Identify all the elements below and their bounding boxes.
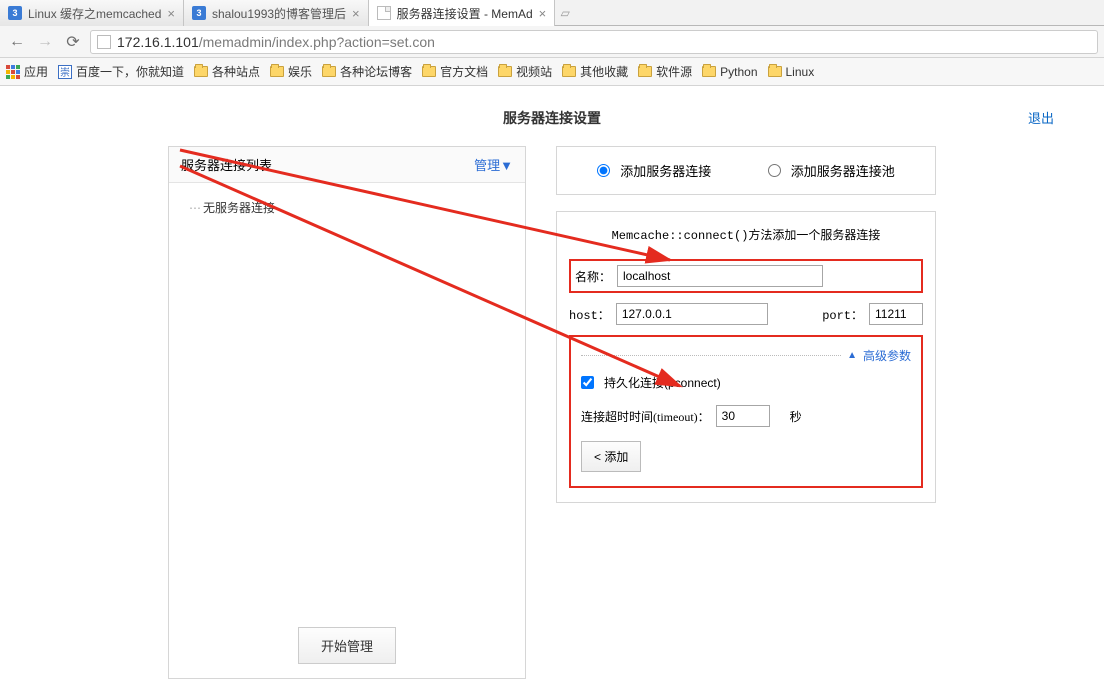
name-input[interactable] [617, 265, 823, 287]
browser-tab-strip: 3 Linux 缓存之memcached × 3 shalou1993的博客管理… [0, 0, 1104, 26]
page-title: 服务器连接设置 [0, 108, 1104, 128]
bookmark-label: Linux [786, 65, 815, 79]
tab-title: shalou1993的博客管理后 [212, 5, 346, 22]
bookmark-folder[interactable]: 各种站点 [194, 63, 260, 80]
browser-tab-active[interactable]: 服务器连接设置 - MemAd × [369, 0, 556, 26]
highlight-advanced-block: ▲ 高级参数 持久化连接(pconnect) 连接超时时间(timeout)： … [569, 335, 923, 488]
host-port-row: host： port： [569, 303, 923, 325]
server-list-header: 服务器连接列表 管理▼ [169, 147, 525, 183]
server-list-title: 服务器连接列表 [181, 155, 272, 174]
triangle-up-icon: ▲ [847, 350, 857, 361]
bookmark-folder[interactable]: 官方文档 [422, 63, 488, 80]
apps-icon [6, 65, 20, 79]
folder-icon [194, 66, 208, 77]
bookmark-folder[interactable]: Python [702, 65, 757, 79]
radio-add-server-input[interactable] [597, 164, 610, 177]
folder-icon [638, 66, 652, 77]
divider [581, 355, 841, 356]
start-manage-button[interactable]: 开始管理 [298, 627, 396, 664]
bookmark-folder[interactable]: Linux [768, 65, 815, 79]
page-icon [377, 6, 391, 20]
timeout-unit: 秒 [790, 408, 802, 425]
connection-form-box: Memcache::connect()方法添加一个服务器连接 名称： host：… [556, 211, 936, 503]
page-icon [97, 35, 111, 49]
baidu-icon: 崇 [58, 65, 72, 79]
folder-icon [422, 66, 436, 77]
bookmark-item[interactable]: 崇 百度一下，你就知道 [58, 63, 184, 80]
favicon-icon: 3 [192, 6, 206, 20]
port-input[interactable] [869, 303, 923, 325]
tab-title: Linux 缓存之memcached [28, 5, 161, 22]
close-tab-icon[interactable]: × [167, 6, 175, 21]
radio-add-pool-input[interactable] [768, 164, 781, 177]
radio-add-pool[interactable]: 添加服务器连接池 [768, 161, 895, 180]
add-button[interactable]: < 添加 [581, 441, 641, 472]
bookmark-folder[interactable]: 娱乐 [270, 63, 312, 80]
bookmark-label: 视频站 [516, 63, 552, 80]
new-tab-button[interactable]: ▱ [555, 0, 575, 25]
folder-icon [498, 66, 512, 77]
advanced-toggle[interactable]: ▲ 高级参数 [581, 347, 911, 364]
browser-tab[interactable]: 3 Linux 缓存之memcached × [0, 0, 184, 26]
folder-icon [702, 66, 716, 77]
radio-add-pool-label: 添加服务器连接池 [791, 161, 895, 180]
radio-add-server[interactable]: 添加服务器连接 [597, 161, 711, 180]
host-label: host： [569, 306, 610, 323]
address-bar: ← → ⟳ 172.16.1.101/memadmin/index.php?ac… [0, 26, 1104, 58]
url-input[interactable]: 172.16.1.101/memadmin/index.php?action=s… [90, 30, 1098, 54]
bookmark-bar: 应用 崇 百度一下，你就知道 各种站点 娱乐 各种论坛博客 官方文档 视频站 其… [0, 58, 1104, 86]
server-list-body: 无服务器连接 [169, 183, 525, 613]
highlight-name-row: 名称： [569, 259, 923, 293]
server-list-panel: 服务器连接列表 管理▼ 无服务器连接 开始管理 [168, 146, 526, 679]
bookmark-folder[interactable]: 各种论坛博客 [322, 63, 412, 80]
manage-dropdown[interactable]: 管理▼ [474, 155, 513, 174]
timeout-input[interactable] [716, 405, 770, 427]
pconnect-row: 持久化连接(pconnect) [581, 374, 911, 391]
close-tab-icon[interactable]: × [539, 6, 547, 21]
host-input[interactable] [616, 303, 768, 325]
bookmark-folder[interactable]: 软件源 [638, 63, 692, 80]
bookmark-label: 官方文档 [440, 63, 488, 80]
connection-type-box: 添加服务器连接 添加服务器连接池 [556, 146, 936, 195]
name-label: 名称： [575, 268, 611, 285]
advanced-link[interactable]: 高级参数 [863, 347, 911, 364]
folder-icon [768, 66, 782, 77]
timeout-label: 连接超时时间(timeout)： [581, 408, 710, 425]
bookmark-label: 软件源 [656, 63, 692, 80]
bookmark-label: 各种站点 [212, 63, 260, 80]
server-list-footer: 开始管理 [169, 613, 525, 678]
server-form-column: 添加服务器连接 添加服务器连接池 Memcache::connect()方法添加… [556, 146, 936, 679]
method-title: Memcache::connect()方法添加一个服务器连接 [569, 226, 923, 243]
reload-button[interactable]: ⟳ [62, 31, 84, 53]
apps-button[interactable]: 应用 [6, 63, 48, 80]
bookmark-label: 其他收藏 [580, 63, 628, 80]
tab-title: 服务器连接设置 - MemAd [397, 5, 533, 22]
favicon-icon: 3 [8, 6, 22, 20]
folder-icon [562, 66, 576, 77]
bookmark-label: 娱乐 [288, 63, 312, 80]
forward-button[interactable]: → [34, 31, 56, 53]
browser-tab[interactable]: 3 shalou1993的博客管理后 × [184, 0, 369, 26]
exit-link[interactable]: 退出 [1028, 108, 1054, 127]
close-tab-icon[interactable]: × [352, 6, 360, 21]
timeout-row: 连接超时时间(timeout)： 秒 [581, 405, 911, 427]
radio-add-server-label: 添加服务器连接 [620, 161, 711, 180]
back-button[interactable]: ← [6, 31, 28, 53]
bookmark-label: 百度一下，你就知道 [76, 63, 184, 80]
empty-server-list: 无服务器连接 [189, 201, 275, 215]
pconnect-checkbox[interactable] [581, 376, 594, 389]
url-text: 172.16.1.101/memadmin/index.php?action=s… [117, 34, 435, 50]
pconnect-label: 持久化连接(pconnect) [604, 374, 721, 391]
bookmark-label: 各种论坛博客 [340, 63, 412, 80]
folder-icon [322, 66, 336, 77]
bookmark-folder[interactable]: 视频站 [498, 63, 552, 80]
port-label: port： [822, 306, 863, 323]
bookmark-label: Python [720, 65, 757, 79]
bookmark-folder[interactable]: 其他收藏 [562, 63, 628, 80]
page-content: 服务器连接设置 退出 服务器连接列表 管理▼ 无服务器连接 开始管理 添加服务器… [0, 86, 1104, 679]
folder-icon [270, 66, 284, 77]
apps-label: 应用 [24, 63, 48, 80]
